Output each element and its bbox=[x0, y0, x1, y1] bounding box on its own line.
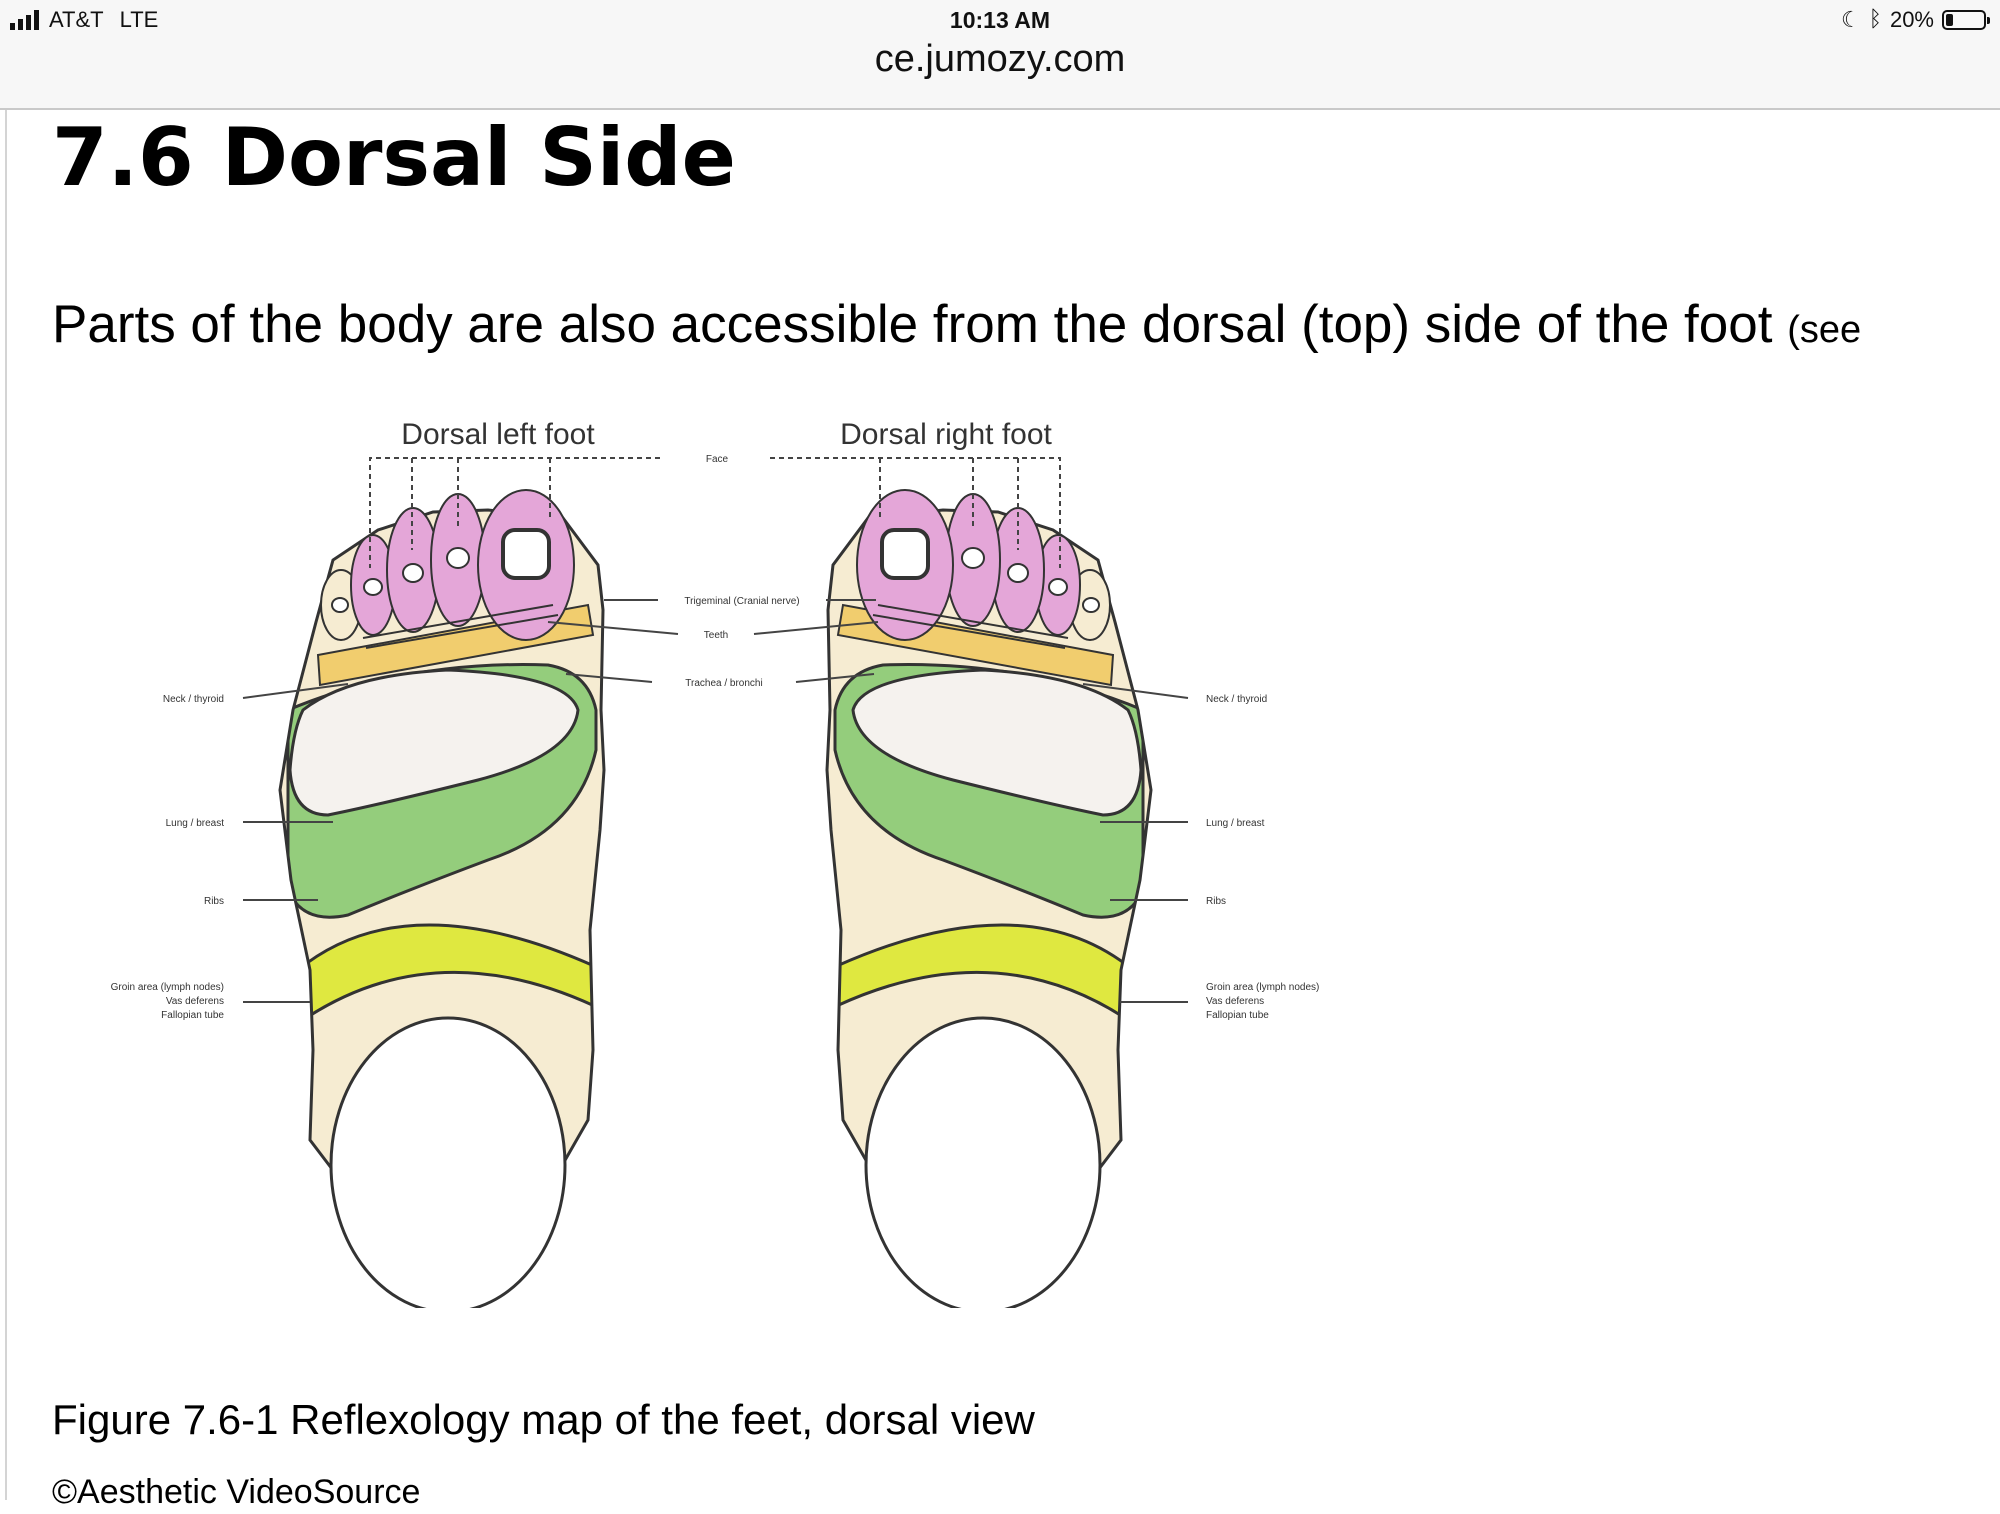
right-big-toenail bbox=[880, 528, 930, 580]
intro-paragraph: Parts of the body are also accessible fr… bbox=[52, 290, 1861, 365]
battery-percent: 20% bbox=[1889, 7, 1934, 32]
right-label-neck: Neck / thyroid bbox=[1206, 694, 1267, 705]
figure-caption: Figure 7.6-1 Reflexology map of the feet… bbox=[52, 1396, 1035, 1443]
status-right: ☾ ᛒ 20% bbox=[1841, 6, 1990, 34]
left-label-lung: Lung / breast bbox=[166, 818, 225, 829]
left-foot-title: Dorsal left foot bbox=[401, 418, 595, 451]
browser-top-bar: AT&T LTE 10:13 AM ☾ ᛒ 20% ce.jumozy.com bbox=[0, 0, 2000, 110]
intro-aside-text: (see bbox=[1787, 309, 1862, 351]
left-toenail-4 bbox=[363, 578, 383, 596]
left-toenail-3 bbox=[402, 563, 424, 583]
right-label-ribs: Ribs bbox=[1206, 896, 1226, 907]
left-toenail-2 bbox=[446, 547, 470, 569]
right-label-groin-2: Vas deferens bbox=[1206, 996, 1264, 1007]
left-label-groin-3: Fallopian tube bbox=[161, 1010, 224, 1021]
address-bar-url[interactable]: ce.jumozy.com bbox=[0, 38, 2000, 81]
left-label-neck: Neck / thyroid bbox=[163, 694, 224, 705]
left-label-ribs: Ribs bbox=[204, 896, 224, 907]
left-toenail-5 bbox=[331, 597, 349, 613]
label-trigeminal: Trigeminal (Cranial nerve) bbox=[684, 596, 799, 607]
right-label-groin-1: Groin area (lymph nodes) bbox=[1206, 982, 1319, 993]
reflexology-figure: Dorsal left foot Dorsal right foot Face … bbox=[111, 418, 1319, 1308]
left-label-groin-1: Groin area (lymph nodes) bbox=[111, 982, 224, 993]
left-heel bbox=[329, 1016, 567, 1308]
right-foot-title: Dorsal right foot bbox=[840, 418, 1052, 451]
page-edge-divider bbox=[5, 110, 7, 1500]
left-big-toenail bbox=[501, 528, 551, 580]
label-teeth: Teeth bbox=[704, 630, 728, 641]
right-label-groin-3: Fallopian tube bbox=[1206, 1010, 1269, 1021]
left-label-groin-2: Vas deferens bbox=[166, 996, 224, 1007]
right-heel bbox=[864, 1016, 1102, 1308]
right-toenail-4 bbox=[1048, 578, 1068, 596]
right-toenail-2 bbox=[961, 547, 985, 569]
right-label-lung: Lung / breast bbox=[1206, 818, 1265, 829]
section-heading: 7.6 Dorsal Side bbox=[52, 111, 736, 204]
label-face: Face bbox=[706, 454, 729, 465]
label-trachea: Trachea / bronchi bbox=[685, 678, 762, 689]
figure-credit: ©Aesthetic VideoSource bbox=[52, 1473, 421, 1511]
status-time: 10:13 AM bbox=[949, 7, 1051, 33]
moon-icon: ☾ bbox=[1841, 7, 1861, 32]
bluetooth-icon: ᛒ bbox=[1868, 7, 1882, 32]
battery-icon bbox=[1942, 10, 1990, 30]
right-toenail-5 bbox=[1082, 597, 1100, 613]
intro-text: Parts of the body are also accessible fr… bbox=[52, 295, 1773, 354]
right-toenail-3 bbox=[1007, 563, 1029, 583]
